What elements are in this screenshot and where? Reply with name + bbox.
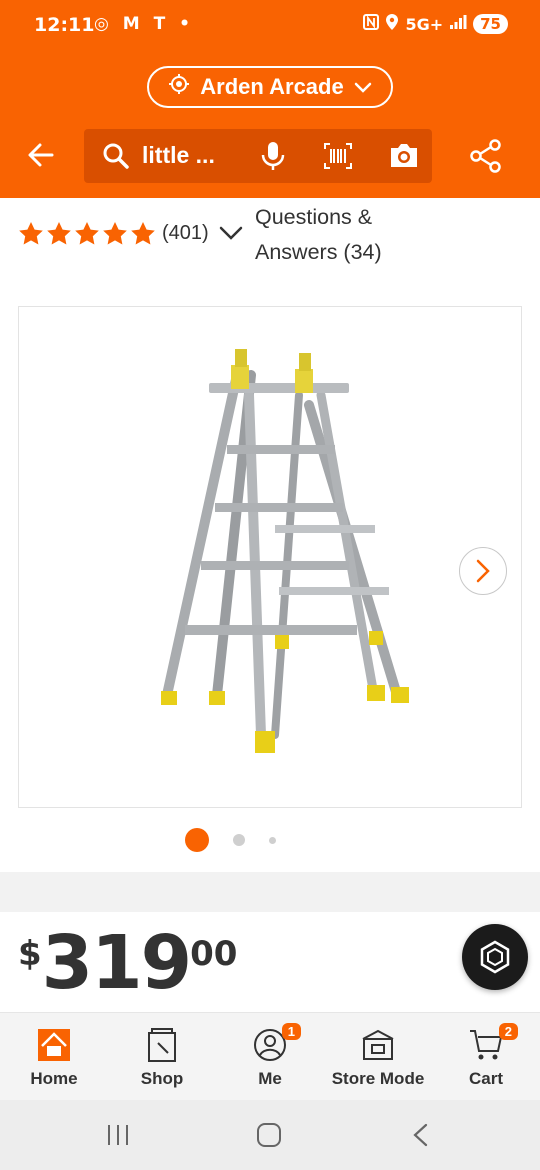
nav-label: Home [30,1069,78,1088]
next-image-button[interactable] [459,547,507,595]
profile-icon: 1 [253,1023,301,1063]
nav-cart[interactable]: 2 Cart [432,1013,540,1100]
price-card: $ 319 00 [0,912,540,1012]
chevron-down-icon[interactable] [218,222,244,249]
nav-label: Me [258,1069,282,1088]
recent-apps-icon[interactable] [105,1122,131,1153]
chevron-down-icon [354,74,372,100]
system-nav-bar [0,1100,540,1170]
location-name: Arden Arcade [200,74,344,99]
nav-me[interactable]: 1 Me [216,1013,324,1100]
bottom-nav: Home Shop 1 Me Store Mode 2 Cart [0,1012,540,1100]
home-depot-logo-icon [37,1027,71,1063]
nfc-icon [363,14,380,34]
camera-icon[interactable] [388,141,420,174]
star-icon [75,222,99,245]
nav-label: Cart [468,1069,503,1088]
review-count[interactable]: (401) [162,222,209,245]
pagination-dot[interactable] [232,834,245,846]
store-icon [360,1027,396,1063]
store-location-selector[interactable]: Arden Arcade [147,66,393,108]
back-button-icon[interactable] [410,1122,432,1153]
search-icon [102,142,130,175]
status-time: 12:11 [34,14,95,36]
search-input[interactable]: little ... [84,129,432,183]
notification-icons: ◎ M Τ • [94,14,194,34]
pagination-dot-active[interactable] [184,828,209,852]
product-image-frame[interactable] [18,306,522,808]
price-currency: $ [18,934,42,974]
signal-icon [449,14,467,34]
nav-home[interactable]: Home [0,1013,108,1100]
price-dollars: 319 [41,920,192,1006]
star-icon [103,222,127,245]
app-header: Arden Arcade little ... [0,52,540,198]
search-query-text: little ... [142,142,215,168]
shop-icon [146,1027,178,1063]
mic-icon[interactable] [260,141,286,176]
star-icon [131,222,155,245]
network-label: 5G+ [405,14,444,34]
gallery-pagination [0,828,540,852]
home-button-icon[interactable] [256,1122,282,1153]
location-target-icon [168,73,190,101]
star-icon [47,222,71,245]
ratings-row: (401) Questions & Answers (34) [0,198,540,288]
status-right: 5G+ 75 [363,13,508,35]
star-icon [19,222,43,245]
chat-assistant-button[interactable] [462,924,528,990]
status-bar: 12:11 ◎ M Τ • 5G+ 75 [0,0,540,52]
cart-icon: 2 [468,1023,518,1063]
nav-label: Store Mode [331,1069,425,1088]
barcode-icon[interactable] [324,143,352,174]
cart-count-badge: 2 [498,1023,518,1040]
pagination-dot[interactable] [268,836,276,844]
price-cents: 00 [190,934,238,974]
share-icon[interactable] [470,139,502,178]
nav-label: Shop [140,1069,184,1088]
questions-answers-link[interactable]: Questions & Answers (34) [255,200,405,270]
price: $ 319 00 [18,926,237,1000]
star-rating[interactable] [18,221,156,245]
assistant-hexagon-icon [480,940,510,974]
battery-icon: 75 [473,14,508,34]
chevron-right-icon [476,559,490,583]
nav-store-mode[interactable]: Store Mode [324,1013,432,1100]
product-image [161,349,409,753]
notification-badge: 1 [281,1023,301,1040]
product-gallery [0,288,540,872]
nav-shop[interactable]: Shop [108,1013,216,1100]
location-icon [385,13,399,35]
back-arrow-icon[interactable] [26,140,58,172]
